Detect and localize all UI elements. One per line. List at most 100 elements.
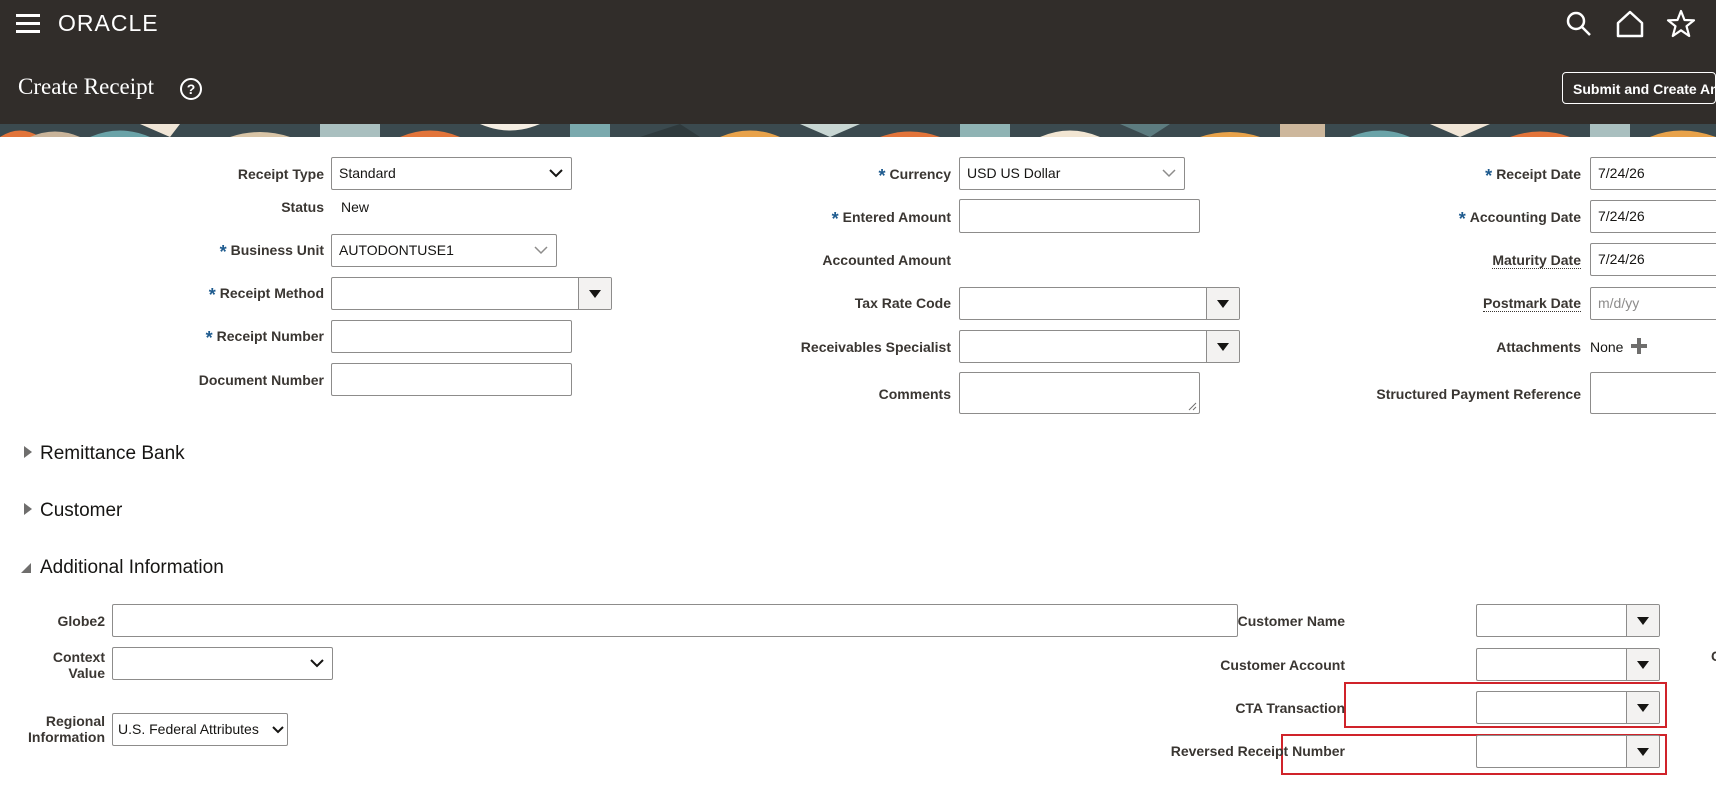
section-remittance-bank[interactable]: Remittance Bank: [40, 443, 185, 465]
receipt-date-label: * Receipt Date: [1485, 166, 1581, 187]
accounting-date-input[interactable]: 7/24/26: [1590, 200, 1716, 233]
entered-amount-input[interactable]: [959, 199, 1200, 233]
resize-handle-icon[interactable]: [1187, 401, 1197, 411]
customer-account-combobox[interactable]: [1476, 648, 1660, 681]
dropdown-arrow-icon[interactable]: [1626, 649, 1659, 680]
dropdown-arrow-icon[interactable]: [578, 278, 611, 309]
receivables-specialist-combobox[interactable]: [959, 330, 1240, 363]
chevron-down-icon: [272, 714, 284, 745]
regional-information-label-line2: Information: [28, 729, 105, 745]
receipt-number-input[interactable]: [331, 320, 572, 353]
section-additional-information[interactable]: Additional Information: [40, 557, 224, 579]
receipt-number-label: * Receipt Number: [206, 328, 324, 349]
help-icon[interactable]: ?: [180, 78, 202, 100]
accounting-date-label-text: Accounting Date: [1469, 209, 1581, 225]
star-icon[interactable]: [1666, 9, 1696, 39]
section-customer[interactable]: Customer: [40, 500, 122, 522]
menu-icon[interactable]: [16, 14, 40, 33]
context-value-select[interactable]: [112, 647, 333, 680]
decorative-banner: [0, 124, 1716, 137]
receipt-date-input[interactable]: 7/24/26: [1590, 157, 1716, 190]
receipt-method-label: * Receipt Method: [209, 285, 324, 306]
regional-information-value: U.S. Federal Attributes: [118, 721, 259, 737]
customer-name-combobox[interactable]: [1476, 604, 1660, 637]
accounting-date-label: * Accounting Date: [1459, 209, 1581, 230]
receipt-method-combobox[interactable]: [331, 277, 612, 310]
required-marker: *: [205, 328, 213, 348]
attachments-value: None: [1590, 339, 1624, 355]
status-value: New: [341, 199, 370, 215]
chevron-down-icon: [310, 648, 324, 679]
required-marker: *: [831, 209, 839, 229]
chevron-down-icon: [549, 158, 563, 189]
customer-name-label: Customer Name: [1237, 613, 1345, 629]
context-value-label-line1: Context: [52, 649, 105, 665]
chevron-down-icon: [1162, 158, 1176, 189]
receipt-date-label-text: Receipt Date: [1496, 166, 1581, 182]
globe2-input[interactable]: [112, 604, 1238, 637]
dropdown-arrow-icon[interactable]: [1626, 605, 1659, 636]
context-value-label: Context Value: [53, 649, 105, 681]
receipt-type-value: Standard: [339, 165, 396, 181]
currency-select[interactable]: USD US Dollar: [959, 157, 1185, 190]
page-title: Create Receipt: [18, 74, 155, 99]
business-unit-label: * Business Unit: [220, 242, 324, 263]
receipt-type-label: Receipt Type: [237, 166, 324, 182]
required-marker: *: [208, 285, 216, 305]
expand-remittance-bank-icon[interactable]: [23, 445, 33, 459]
cta-transaction-label: CTA Transaction: [1235, 700, 1345, 716]
oracle-logo: ORACLE: [58, 10, 159, 36]
document-number-label: Document Number: [198, 372, 324, 388]
context-value-label-line2: Value: [68, 665, 105, 681]
comments-textarea[interactable]: [959, 372, 1200, 414]
receipt-type-select[interactable]: Standard: [331, 157, 572, 190]
clipped-label-edge: C: [1711, 648, 1716, 664]
receipt-number-label-text: Receipt Number: [216, 328, 324, 344]
structured-payment-reference-label: Structured Payment Reference: [1376, 386, 1581, 402]
required-marker: *: [878, 166, 886, 186]
required-marker: *: [1485, 166, 1493, 186]
regional-information-select[interactable]: U.S. Federal Attributes: [112, 713, 288, 746]
currency-value: USD US Dollar: [967, 165, 1061, 181]
maturity-date-label: Maturity Date: [1492, 252, 1581, 269]
structured-payment-reference-textarea[interactable]: [1590, 372, 1716, 414]
expand-customer-icon[interactable]: [23, 502, 33, 516]
home-icon[interactable]: [1615, 9, 1645, 39]
currency-label-text: Currency: [889, 166, 951, 182]
reversed-receipt-number-combobox[interactable]: [1476, 735, 1660, 768]
dropdown-arrow-icon[interactable]: [1206, 288, 1239, 319]
dropdown-arrow-icon[interactable]: [1626, 692, 1659, 723]
entered-amount-label-text: Entered Amount: [842, 209, 951, 225]
required-marker: *: [1458, 209, 1466, 229]
regional-information-label-line1: Regional: [45, 713, 105, 729]
globe2-label: Globe2: [57, 613, 105, 629]
reversed-receipt-number-label: Reversed Receipt Number: [1170, 743, 1345, 759]
currency-label: * Currency: [879, 166, 951, 187]
add-attachment-icon[interactable]: [1630, 337, 1648, 355]
receivables-specialist-label: Receivables Specialist: [800, 339, 951, 355]
collapse-additional-information-icon[interactable]: [20, 562, 32, 574]
attachments-label: Attachments: [1496, 339, 1581, 355]
entered-amount-label: * Entered Amount: [832, 209, 951, 230]
submit-and-create-another-button[interactable]: Submit and Create Another: [1562, 72, 1716, 104]
business-unit-label-text: Business Unit: [230, 242, 324, 258]
maturity-date-input[interactable]: 7/24/26: [1590, 243, 1716, 276]
status-label: Status: [281, 199, 324, 215]
tax-rate-code-combobox[interactable]: [959, 287, 1240, 320]
regional-information-label: Regional Information: [28, 713, 105, 745]
postmark-date-input[interactable]: m/d/yy: [1590, 287, 1716, 320]
business-unit-value: AUTODONTUSE1: [339, 242, 454, 258]
tax-rate-code-label: Tax Rate Code: [854, 295, 951, 311]
submit-and-create-another-button-wrap: Submit and Create Another: [1562, 72, 1716, 104]
search-icon[interactable]: [1565, 10, 1593, 38]
business-unit-select[interactable]: AUTODONTUSE1: [331, 234, 557, 267]
comments-label: Comments: [878, 386, 951, 402]
cta-transaction-combobox[interactable]: [1476, 691, 1660, 724]
dropdown-arrow-icon[interactable]: [1626, 736, 1659, 767]
accounted-amount-label: Accounted Amount: [822, 252, 951, 268]
dropdown-arrow-icon[interactable]: [1206, 331, 1239, 362]
customer-account-label: Customer Account: [1220, 657, 1345, 673]
postmark-date-label: Postmark Date: [1482, 295, 1581, 312]
receipt-method-label-text: Receipt Method: [219, 285, 324, 301]
document-number-input[interactable]: [331, 363, 572, 396]
